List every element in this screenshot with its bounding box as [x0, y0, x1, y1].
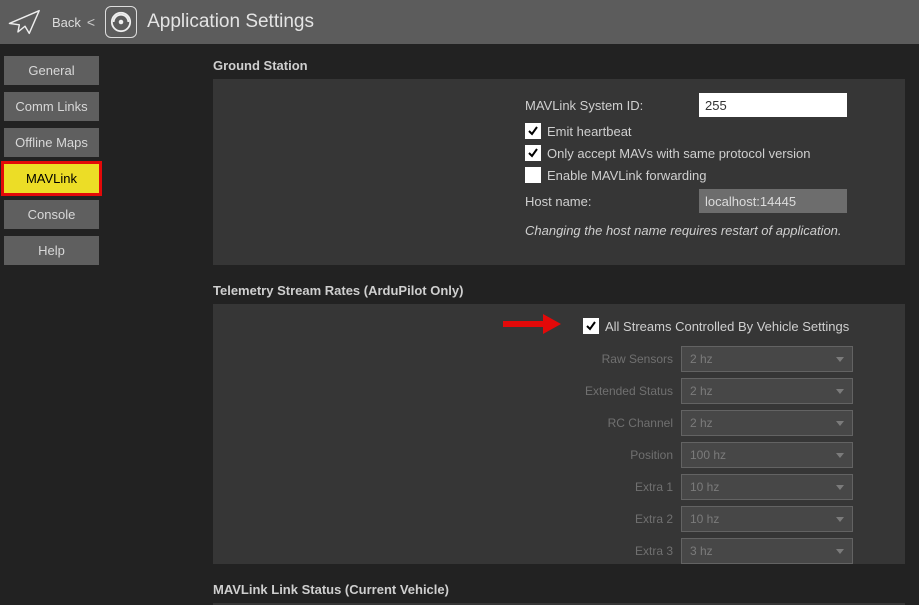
- rate-select-raw-sensors[interactable]: 2 hz: [681, 346, 853, 372]
- rate-select-rc-channel[interactable]: 2 hz: [681, 410, 853, 436]
- system-id-label: MAVLink System ID:: [525, 98, 685, 113]
- chevron-down-icon: [836, 453, 844, 458]
- all-streams-label: All Streams Controlled By Vehicle Settin…: [605, 319, 849, 334]
- page-title: Application Settings: [147, 11, 314, 33]
- only-accept-checkbox[interactable]: [525, 145, 541, 161]
- rate-label-position: Position: [583, 448, 673, 462]
- sidebar: General Comm Links Offline Maps MAVLink …: [0, 44, 103, 605]
- chevron-down-icon: [836, 549, 844, 554]
- rate-label-extra1: Extra 1: [583, 480, 673, 494]
- host-name-note: Changing the host name requires restart …: [525, 223, 885, 238]
- host-name-label: Host name:: [525, 194, 685, 209]
- topbar: Back < Application Settings: [0, 0, 919, 44]
- rate-select-extra3[interactable]: 3 hz: [681, 538, 853, 564]
- only-accept-label: Only accept MAVs with same protocol vers…: [547, 146, 810, 161]
- rate-label-raw-sensors: Raw Sensors: [583, 352, 673, 366]
- rate-select-extra2[interactable]: 10 hz: [681, 506, 853, 532]
- telemetry-panel: All Streams Controlled By Vehicle Settin…: [213, 304, 905, 564]
- rate-label-extra3: Extra 3: [583, 544, 673, 558]
- enable-forwarding-checkbox[interactable]: [525, 167, 541, 183]
- all-streams-checkbox[interactable]: [583, 318, 599, 334]
- content: Ground Station MAVLink System ID: Emit h…: [103, 44, 919, 605]
- sidebar-item-comm-links[interactable]: Comm Links: [4, 92, 99, 121]
- sidebar-item-general[interactable]: General: [4, 56, 99, 85]
- emit-heartbeat-checkbox[interactable]: [525, 123, 541, 139]
- chevron-down-icon: [836, 517, 844, 522]
- rate-label-extra2: Extra 2: [583, 512, 673, 526]
- back-chevron-icon: <: [87, 14, 95, 30]
- rate-label-extended-status: Extended Status: [583, 384, 673, 398]
- link-status-title: MAVLink Link Status (Current Vehicle): [213, 582, 909, 597]
- sidebar-item-help[interactable]: Help: [4, 236, 99, 265]
- ground-station-title: Ground Station: [213, 58, 909, 73]
- sidebar-item-offline-maps[interactable]: Offline Maps: [4, 128, 99, 157]
- chevron-down-icon: [836, 421, 844, 426]
- ground-station-panel: MAVLink System ID: Emit heartbeat Only a…: [213, 79, 905, 265]
- app-logo-icon: [105, 6, 137, 38]
- chevron-down-icon: [836, 485, 844, 490]
- emit-heartbeat-label: Emit heartbeat: [547, 124, 632, 139]
- chevron-down-icon: [836, 357, 844, 362]
- telemetry-title: Telemetry Stream Rates (ArduPilot Only): [213, 283, 909, 298]
- back-label: Back: [52, 15, 81, 30]
- back-button[interactable]: Back <: [52, 14, 95, 30]
- plane-icon: [8, 7, 42, 37]
- sidebar-item-console[interactable]: Console: [4, 200, 99, 229]
- rate-label-rc-channel: RC Channel: [583, 416, 673, 430]
- annotation-arrow-icon: [501, 312, 561, 341]
- rate-select-extended-status[interactable]: 2 hz: [681, 378, 853, 404]
- chevron-down-icon: [836, 389, 844, 394]
- rate-select-position[interactable]: 100 hz: [681, 442, 853, 468]
- host-name-input[interactable]: [699, 189, 847, 213]
- rate-select-extra1[interactable]: 10 hz: [681, 474, 853, 500]
- sidebar-item-mavlink[interactable]: MAVLink: [4, 164, 99, 193]
- enable-forwarding-label: Enable MAVLink forwarding: [547, 168, 706, 183]
- system-id-input[interactable]: [699, 93, 847, 117]
